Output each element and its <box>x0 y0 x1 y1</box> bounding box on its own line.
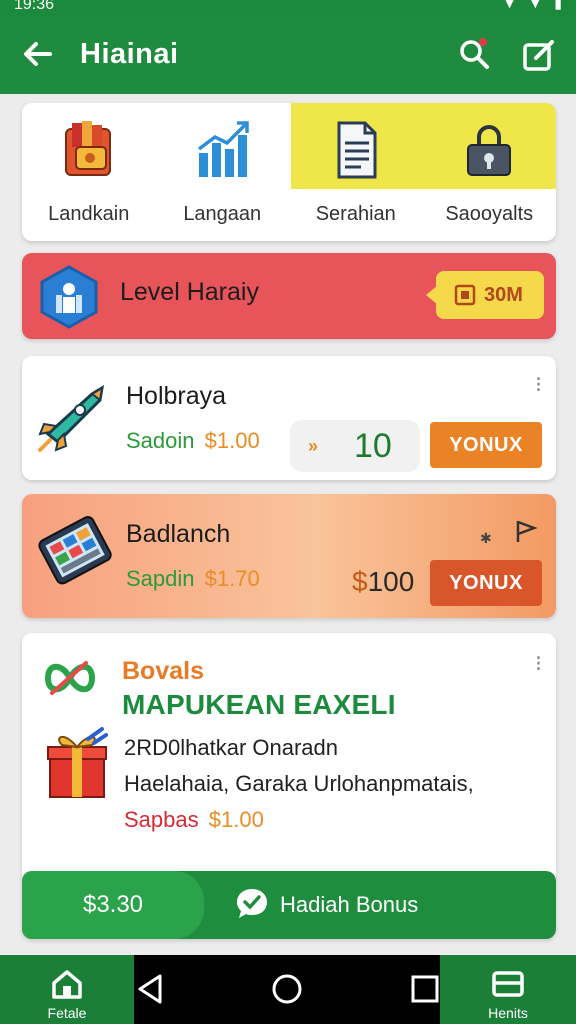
count-pill: » 10 <box>290 420 420 472</box>
home-icon <box>52 970 82 999</box>
category-card: Landkain Langaan Serahian Saooyalts <box>22 103 556 241</box>
document-icon <box>337 121 377 179</box>
level-badge-value: 30M <box>484 283 523 306</box>
infinity-logo-icon <box>44 661 96 695</box>
flag-icon[interactable] <box>512 518 538 544</box>
bonus-line-1: 2RD0lhatkar Onaradn <box>124 735 339 760</box>
gift-icon <box>47 727 108 798</box>
chevron-right-icon: » <box>308 435 319 456</box>
ticket-icon <box>454 284 476 306</box>
category-item-1[interactable]: Landkain <box>22 103 156 241</box>
status-icons: ▼ ▼ ▮ <box>502 0 562 11</box>
status-bar: 19:36 ▼ ▼ ▮ <box>0 0 576 16</box>
bonus-price: Sapbas $1.00 <box>124 807 264 833</box>
offer-name: Badlanch <box>126 520 231 548</box>
offer-sub-price: $1.00 <box>204 428 260 453</box>
category-label: Langaan <box>183 203 262 225</box>
card-icon <box>492 971 524 997</box>
nav-label: Fetale <box>47 1005 87 1021</box>
rocket-icon <box>38 385 105 452</box>
offer-card-2[interactable]: Badlanch Sapdin $1.70 ✱ $100 YONUX <box>22 494 556 618</box>
bar-chart-icon <box>198 121 249 177</box>
signal-icon: ▼ <box>502 0 517 11</box>
search-icon[interactable] <box>456 36 492 72</box>
category-item-3[interactable]: Serahian <box>289 103 425 241</box>
price-value: 100 <box>367 566 415 597</box>
count-value: 10 <box>354 426 392 465</box>
system-recents-icon[interactable] <box>410 974 440 1004</box>
bonus-headline: MAPUKEAN EAXELI <box>122 689 396 720</box>
offer-sub-label: Sapdin <box>126 566 195 591</box>
yonux-button[interactable]: YONUX <box>430 422 542 468</box>
bonus-card: Bovals MAPUKEAN EAXELI ⁝ 2RD0lhatkar Ona… <box>22 633 556 939</box>
nav-label: Henits <box>488 1005 528 1021</box>
bonus-bar-label: Hadiah Bonus <box>280 892 419 917</box>
battery-icon: ▮ <box>554 0 562 11</box>
arrow-left-icon[interactable] <box>20 36 56 72</box>
category-item-2[interactable]: Langaan <box>156 103 290 241</box>
wallet-icon <box>64 121 111 176</box>
app-bar: Hiainai <box>0 16 576 94</box>
bonus-amount: $3.30 <box>22 871 204 939</box>
bonus-price-value: $1.00 <box>208 807 264 832</box>
more-icon[interactable]: ⁝ <box>535 372 542 398</box>
nav-tab-home[interactable]: Fetale <box>0 955 134 1024</box>
status-time: 19:36 <box>14 0 55 13</box>
category-item-4[interactable]: Saooyalts <box>422 103 556 241</box>
price-currency: $ <box>352 566 368 597</box>
system-home-icon[interactable] <box>270 972 304 1006</box>
category-label: Landkain <box>48 203 130 225</box>
wifi-icon: ▼ <box>528 0 543 11</box>
edit-icon[interactable] <box>520 36 558 74</box>
more-icon[interactable]: ⁝ <box>535 651 542 677</box>
level-badge[interactable]: 30M <box>426 271 544 319</box>
lock-icon <box>467 125 512 176</box>
offer-subtitle: Sadoin $1.00 <box>126 428 260 454</box>
offer-sub-label: Sadoin <box>126 428 195 453</box>
category-label: Serahian <box>315 203 396 225</box>
offer-name: Holbraya <box>126 382 227 410</box>
bonus-title: Bovals <box>122 657 204 685</box>
nav-tab-menu[interactable]: Henits <box>440 955 576 1024</box>
bonus-bar[interactable]: $3.30 Hadiah Bonus <box>22 871 556 939</box>
bonus-line-2: Haelahaia, Garaka Urlohanpmatais, <box>124 771 474 796</box>
yonux-button[interactable]: YONUX <box>430 560 542 606</box>
chat-icon <box>237 889 267 918</box>
category-label: Saooyalts <box>445 203 534 225</box>
dots-icon: ✱ <box>480 530 492 546</box>
tablet-icon <box>38 516 112 585</box>
offer-card-1[interactable]: Holbraya Sadoin $1.00 ⁝ » 10 YONUX <box>22 356 556 480</box>
offer-sub-price: $1.70 <box>204 566 260 591</box>
level-label: Level Haraiy <box>120 278 259 306</box>
system-back-icon[interactable] <box>134 972 166 1006</box>
bonus-price-label: Sapbas <box>124 807 199 832</box>
offer-subtitle: Sapdin $1.70 <box>126 566 260 592</box>
page-title: Hiainai <box>80 38 179 70</box>
offer-price: $100 <box>352 566 414 598</box>
hex-badge-icon <box>40 265 98 329</box>
level-banner[interactable]: Level Haraiy 30M <box>22 253 556 339</box>
